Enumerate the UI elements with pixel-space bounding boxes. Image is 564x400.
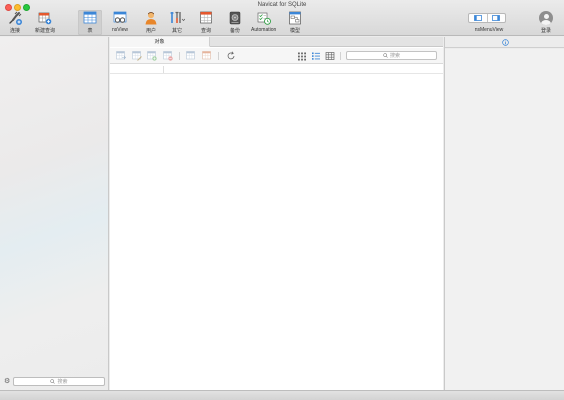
objects-panel: 对象 搜索 [110, 37, 443, 390]
new-query-icon [38, 12, 52, 25]
design-table-icon[interactable] [132, 51, 142, 61]
new-table-icon[interactable] [147, 51, 157, 61]
toolbar-user-label: 用户 [145, 28, 156, 34]
toolbar-backup-button[interactable]: 备份 [228, 11, 242, 34]
objects-search-placeholder: 搜索 [389, 53, 400, 59]
toolbar-view-button[interactable]: nsView [112, 11, 128, 33]
toolbar-view-label: nsView [112, 27, 129, 33]
avatar-icon [539, 11, 553, 25]
connection-sidebar[interactable] [0, 37, 109, 390]
toolbar-separator [340, 52, 341, 60]
toolbar-separator [218, 52, 219, 60]
title-toolbar: Navicat for SQLite 连接 新建查询 表 nsView 用户 其… [0, 0, 564, 36]
plug-connect-icon [9, 11, 22, 25]
sidebar-search-placeholder: 搜索 [57, 379, 68, 385]
toolbar-query-label: 查询 [200, 28, 211, 34]
objects-search-field[interactable]: 搜索 [346, 51, 437, 60]
model-icon [289, 11, 301, 25]
tab-bar: 对象 [110, 37, 443, 47]
search-icon [383, 53, 388, 58]
info-panel [444, 37, 564, 390]
import-icon[interactable] [186, 51, 196, 61]
objects-toolbar: 搜索 [110, 48, 443, 64]
user-icon [145, 12, 157, 25]
sidebar-search-field[interactable]: 搜索 [13, 377, 105, 386]
window-title: Navicat for SQLite [257, 2, 307, 8]
grid-view-icon[interactable] [297, 51, 307, 61]
toolbar-backup-label: 备份 [229, 28, 240, 34]
toggle-left-panel-button[interactable] [469, 14, 487, 22]
export-icon[interactable] [202, 51, 212, 61]
toolbar-automation-button[interactable]: Automation [251, 11, 276, 33]
toolbar-other-button[interactable]: 其它 [169, 11, 185, 34]
left-panel-icon [473, 15, 482, 21]
search-icon [50, 379, 56, 384]
toolbar-automation-label: Automation [251, 27, 277, 33]
toolbar-table-label: 表 [87, 28, 93, 34]
query-icon [200, 11, 212, 24]
info-tab[interactable] [445, 37, 564, 48]
toolbar-query-button[interactable]: 查询 [199, 11, 213, 34]
view-toggle-label: nsMenuView [474, 27, 504, 33]
detail-view-icon[interactable] [325, 51, 335, 61]
app-window: Navicat for SQLite 连接 新建查询 表 nsView 用户 其… [0, 0, 564, 400]
toolbar-table-button[interactable]: 表 [78, 10, 102, 35]
toolbar-new-query-button[interactable]: 新建查询 [35, 11, 55, 34]
view-glasses-icon [113, 11, 127, 23]
toggle-right-panel-button[interactable] [486, 14, 506, 22]
list-view-icon[interactable] [311, 51, 321, 61]
toolbar-separator [179, 52, 180, 60]
toolbar-connect-label: 连接 [9, 28, 20, 34]
column-divider[interactable] [163, 66, 164, 73]
toolbar-new-query-label: 新建查询 [35, 28, 56, 34]
settings-icon[interactable]: ⚙ [4, 378, 10, 386]
toolbar-user-button[interactable]: 用户 [144, 11, 158, 34]
delete-table-icon[interactable] [163, 51, 173, 61]
toolbar-model-label: 模型 [289, 28, 300, 34]
login-button[interactable]: 登录 [539, 11, 553, 34]
open-table-icon[interactable] [116, 51, 126, 61]
table-icon [83, 11, 97, 24]
tools-icon [170, 11, 185, 23]
list-header [110, 65, 443, 74]
toolbar-connect-button[interactable]: 连接 [8, 11, 22, 34]
info-panel-body [445, 49, 564, 390]
status-bar [0, 390, 564, 400]
toolbar-other-label: 其它 [171, 28, 182, 34]
backup-icon [229, 11, 241, 25]
info-icon [501, 38, 509, 46]
refresh-icon[interactable] [226, 51, 236, 61]
automation-icon [257, 12, 271, 25]
login-label: 登录 [540, 28, 551, 34]
panel-view-toggle[interactable] [468, 13, 506, 23]
toolbar-model-button[interactable]: 模型 [288, 11, 302, 34]
tab-objects[interactable]: 对象 [110, 37, 210, 47]
right-panel-icon [492, 15, 501, 21]
objects-list[interactable] [110, 65, 443, 390]
